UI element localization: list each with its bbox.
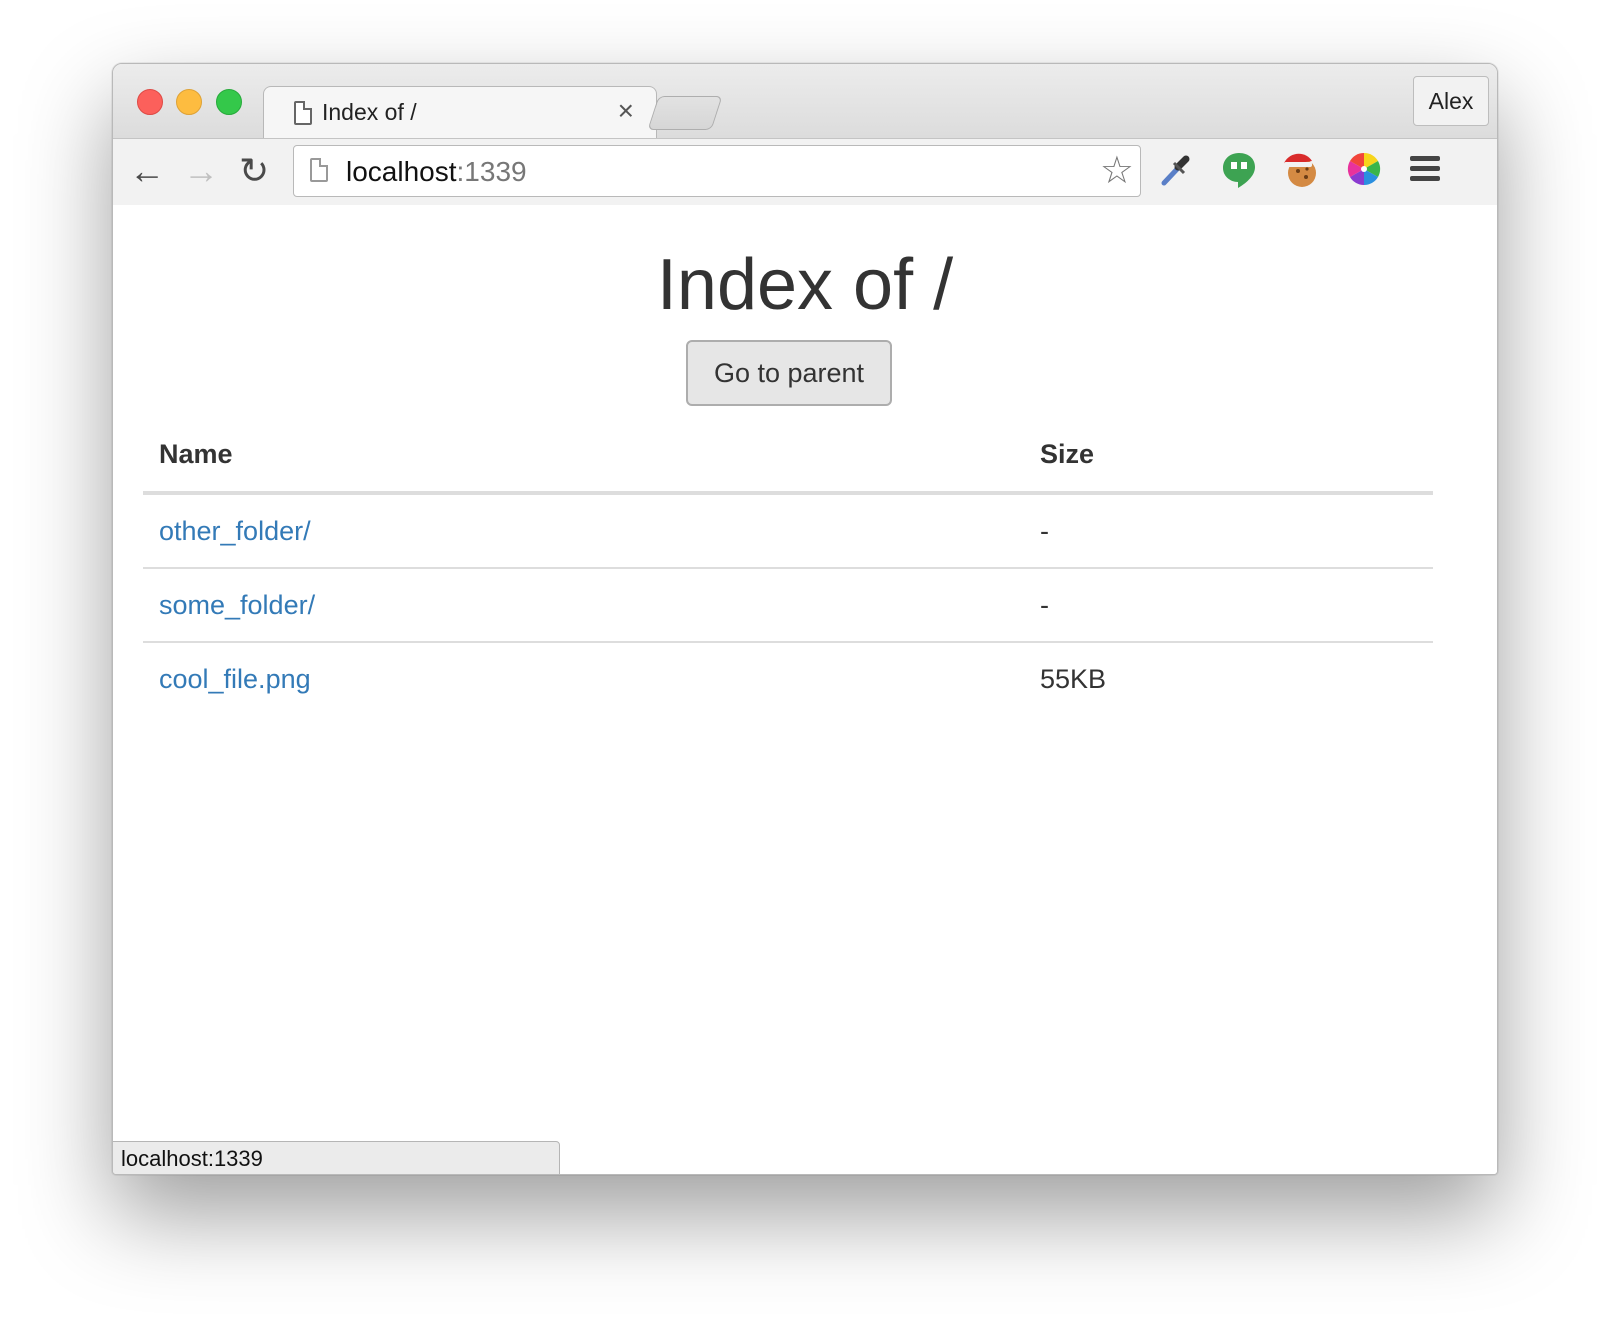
eyedropper-extension-icon[interactable] — [1156, 149, 1196, 189]
zoom-window-button[interactable] — [216, 89, 242, 115]
column-header-name: Name — [143, 417, 1024, 495]
url-text[interactable]: localhost:1339 — [346, 156, 527, 188]
page-content: Index of / Go to parent Name Size other_… — [113, 205, 1497, 1174]
menu-hamburger-icon[interactable] — [1410, 156, 1440, 186]
table-row: cool_file.png 55KB — [143, 641, 1433, 715]
close-window-button[interactable] — [137, 89, 163, 115]
file-name-cell: cool_file.png — [143, 641, 1024, 715]
file-name-cell: other_folder/ — [143, 493, 1024, 568]
back-arrow-icon[interactable]: ← — [129, 153, 165, 189]
table-header-row: Name Size — [143, 417, 1433, 495]
url-host: localhost — [346, 156, 457, 187]
bookmark-star-icon[interactable]: ☆ — [1100, 152, 1134, 190]
color-wheel-extension-icon[interactable] — [1344, 149, 1384, 189]
url-port: :1339 — [456, 156, 527, 187]
forward-arrow-icon[interactable]: → — [183, 153, 219, 189]
cookie-extension-icon[interactable] — [1280, 149, 1320, 189]
file-name-cell: some_folder/ — [143, 567, 1024, 642]
file-size-cell: - — [1024, 567, 1433, 642]
minimize-window-button[interactable] — [176, 89, 202, 115]
page-title: Index of / — [656, 245, 954, 325]
tab-close-icon[interactable]: × — [618, 95, 634, 126]
file-link[interactable]: some_folder/ — [159, 590, 315, 620]
address-bar[interactable]: localhost:1339 ☆ — [293, 145, 1141, 197]
status-bubble: localhost:1339 — [113, 1141, 560, 1174]
browser-window: Index of / × Alex ← → ↻ localhost:1339 ☆ — [112, 63, 1498, 1175]
tab-strip: Index of / × Alex — [113, 64, 1497, 141]
file-listing-table: Name Size other_folder/ - some_folder/ -… — [143, 417, 1433, 715]
file-size-cell: - — [1040, 515, 1049, 546]
column-header-size: Size — [1024, 417, 1433, 495]
reload-icon[interactable]: ↻ — [239, 153, 269, 189]
file-size-cell: 55KB — [1024, 641, 1433, 715]
profile-button[interactable]: Alex — [1413, 76, 1489, 126]
page-icon — [294, 101, 312, 125]
file-link[interactable]: other_folder/ — [159, 516, 311, 546]
hangouts-extension-icon[interactable] — [1219, 149, 1259, 189]
table-row: some_folder/ - — [143, 567, 1433, 642]
new-tab-button[interactable] — [647, 96, 723, 130]
file-link[interactable]: cool_file.png — [159, 664, 311, 694]
browser-toolbar: ← → ↻ localhost:1339 ☆ — [113, 138, 1497, 206]
table-row: other_folder/ - — [143, 493, 1433, 568]
tab-active[interactable]: Index of / × — [263, 86, 657, 141]
go-to-parent-button[interactable]: Go to parent — [686, 340, 892, 406]
tab-title: Index of / — [322, 99, 417, 125]
page-icon — [310, 158, 328, 182]
